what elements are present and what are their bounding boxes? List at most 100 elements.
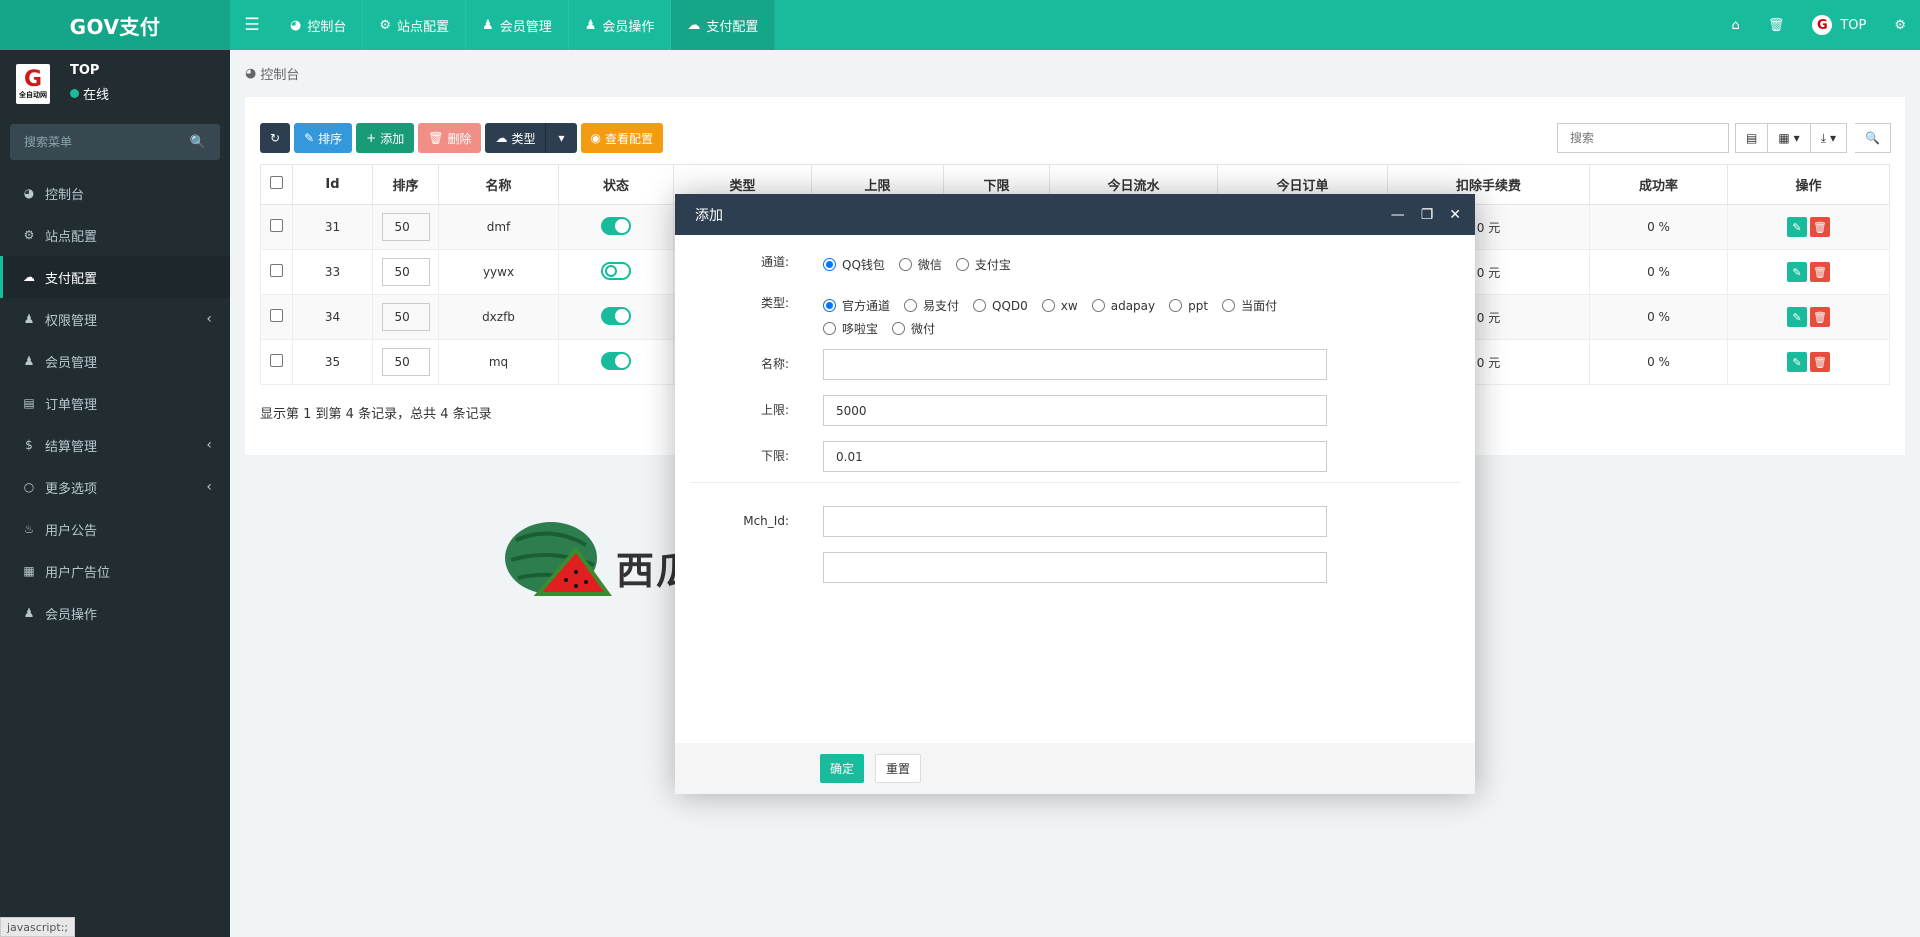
add-button[interactable]: + 添加	[356, 123, 415, 153]
radio-type-xw[interactable]: xw	[1041, 297, 1078, 314]
cloud-icon: ☁	[687, 17, 701, 33]
key-input[interactable]	[823, 552, 1327, 583]
table-search-input[interactable]	[1556, 123, 1729, 153]
radio-type-duolabao[interactable]: 哆啦宝	[823, 320, 878, 337]
mch-id-input[interactable]	[823, 506, 1327, 537]
search-icon[interactable]: 🔍	[190, 135, 206, 150]
cloud-icon: ☁	[23, 270, 35, 284]
top-navbar: GOV支付 ☰ ◕ 控制台 ⚙ 站点配置 ♟ 会员管理 ♟ 会员操作 ☁ 支付配…	[0, 0, 1920, 50]
topnav-item-member-manage[interactable]: ♟ 会员管理	[466, 0, 569, 50]
refresh-button[interactable]: ↻	[260, 123, 291, 153]
column-header[interactable]: 状态	[558, 164, 674, 205]
column-header[interactable]: 成功率	[1589, 164, 1728, 205]
topnav-label: 支付配置	[706, 19, 759, 35]
name-input[interactable]	[823, 349, 1327, 380]
column-header[interactable]: Id	[292, 164, 373, 205]
sidebar-item-member-ops[interactable]: ♟ 会员操作	[0, 592, 230, 634]
radio-alipay[interactable]: 支付宝	[955, 256, 1011, 273]
edit-button[interactable]: ✎	[1787, 262, 1807, 282]
maximize-icon[interactable]: ❐	[1421, 207, 1434, 223]
radio-type-official[interactable]: 官方通道	[823, 297, 890, 314]
topnav-item-pay-config[interactable]: ☁ 支付配置	[671, 0, 776, 50]
columns-button[interactable]: ▦ ▾	[1768, 123, 1811, 153]
sidebar-item-orders[interactable]: ▤ 订单管理	[0, 382, 230, 424]
sort-input[interactable]: 50	[381, 213, 430, 241]
sidebar-toggle-button[interactable]: ☰	[230, 0, 274, 50]
upper-limit-input[interactable]: 5000	[823, 395, 1327, 426]
minimize-icon[interactable]: —	[1391, 207, 1405, 223]
status-toggle[interactable]	[601, 261, 631, 280]
select-all-checkbox[interactable]	[270, 176, 283, 189]
sidebar-item-dashboard[interactable]: ◕ 控制台	[0, 172, 230, 214]
sidebar-item-label: 用户广告位	[45, 565, 111, 581]
radio-wechat[interactable]: 微信	[898, 256, 942, 273]
column-header[interactable]: 名称	[438, 164, 559, 205]
type-radios: 官方通道 易支付 QQD0 xw adapay ppt 当面付 哆啦宝 微付	[823, 297, 1313, 337]
sort-input[interactable]: 50	[381, 258, 430, 286]
topnav-item-site-config[interactable]: ⚙ 站点配置	[363, 0, 467, 50]
confirm-button[interactable]: 确定	[820, 754, 865, 783]
lower-limit-input[interactable]: 0.01	[823, 441, 1327, 472]
radio-type-f2f[interactable]: 当面付	[1222, 297, 1277, 314]
delete-row-button[interactable]: 🗑	[1810, 352, 1830, 372]
pencil-icon: ✎	[304, 131, 315, 145]
sidebar-item-member-manage[interactable]: ♟ 会员管理	[0, 340, 230, 382]
sidebar-item-label: 权限管理	[45, 313, 98, 329]
radio-qq-wallet[interactable]: QQ钱包	[823, 256, 885, 273]
status-toggle[interactable]	[601, 216, 631, 235]
edit-button[interactable]: ✎	[1787, 352, 1807, 372]
field-label: Mch_Id:	[743, 514, 789, 528]
sidebar-item-ads[interactable]: ▦ 用户广告位	[0, 550, 230, 592]
radio-type-yizhifu[interactable]: 易支付	[904, 297, 959, 314]
browser-status-bar: javascript:;	[0, 917, 76, 937]
sidebar-item-settlement[interactable]: $ 结算管理 ‹	[0, 424, 230, 466]
type-dropdown-toggle[interactable]: ▾	[545, 123, 577, 153]
edit-button[interactable]: ✎	[1787, 307, 1807, 327]
clear-cache-button[interactable]: 🗑	[1754, 0, 1799, 50]
radio-type-weifu[interactable]: 微付	[892, 320, 935, 337]
delete-row-button[interactable]: 🗑	[1810, 307, 1830, 327]
breadcrumb-item[interactable]: 控制台	[260, 64, 299, 83]
row-checkbox[interactable]	[270, 354, 283, 367]
type-button[interactable]: ☁ 类型	[485, 123, 546, 153]
trash-icon: 🗑	[1813, 220, 1827, 234]
user-menu[interactable]: G TOP	[1798, 0, 1880, 50]
row-checkbox[interactable]	[270, 264, 283, 277]
edit-button[interactable]: ✎	[1787, 217, 1807, 237]
advanced-search-button[interactable]: 🔍	[1855, 123, 1891, 153]
status-toggle[interactable]	[601, 351, 631, 370]
sidebar-item-site-config[interactable]: ⚙ 站点配置	[0, 214, 230, 256]
radio-type-adapay[interactable]: adapay	[1091, 297, 1155, 314]
sort-input[interactable]: 50	[381, 348, 430, 376]
view-config-button[interactable]: ◉ 查看配置	[580, 123, 664, 153]
sidebar-item-pay-config[interactable]: ☁ 支付配置	[0, 256, 230, 298]
column-header[interactable]: 排序	[372, 164, 439, 205]
sidebar-item-permissions[interactable]: ♟ 权限管理 ‹	[0, 298, 230, 340]
row-checkbox[interactable]	[270, 309, 283, 322]
sort-button[interactable]: ✎ 排序	[294, 123, 353, 153]
radio-type-ppt[interactable]: ppt	[1169, 297, 1208, 314]
status-toggle[interactable]	[601, 306, 631, 325]
delete-row-button[interactable]: 🗑	[1810, 217, 1830, 237]
sidebar-search-input[interactable]	[24, 135, 190, 149]
toggle-view-button[interactable]: ▤	[1734, 123, 1769, 153]
delete-button[interactable]: 🗑 删除	[418, 123, 482, 153]
home-button[interactable]: ⌂	[1718, 0, 1754, 50]
delete-row-button[interactable]: 🗑	[1810, 262, 1830, 282]
close-icon[interactable]: ✕	[1449, 207, 1461, 223]
form-row-lower: 下限: 0.01	[675, 441, 1475, 472]
radio-type-qqd0[interactable]: QQD0	[973, 297, 1028, 314]
export-button[interactable]: ⤓ ▾	[1810, 123, 1848, 153]
row-checkbox[interactable]	[270, 219, 283, 232]
settings-button[interactable]: ⚙	[1880, 0, 1920, 50]
reset-button[interactable]: 重置	[875, 754, 922, 783]
sort-input[interactable]: 50	[381, 303, 430, 331]
field-label: 通道:	[760, 255, 789, 269]
topnav-item-dashboard[interactable]: ◕ 控制台	[274, 0, 364, 50]
sidebar-item-announcements[interactable]: ♨ 用户公告	[0, 508, 230, 550]
brand-logo[interactable]: GOV支付	[0, 0, 230, 50]
topnav-item-member-ops[interactable]: ♟ 会员操作	[569, 0, 672, 50]
radio-icon	[898, 258, 912, 271]
sidebar-item-more[interactable]: ○ 更多选项 ‹	[0, 466, 230, 508]
sidebar-item-label: 会员管理	[45, 355, 98, 371]
